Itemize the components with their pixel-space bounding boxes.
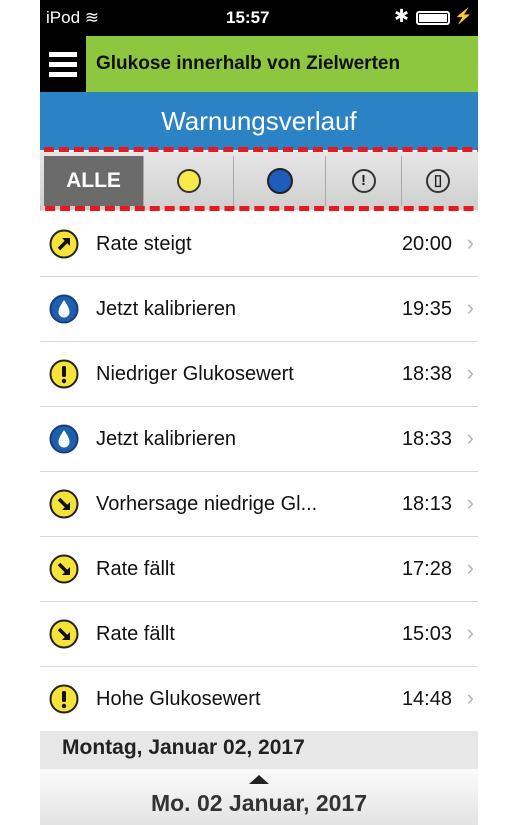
bluetooth-icon: ✱	[394, 6, 410, 26]
caret-up-icon[interactable]	[249, 775, 269, 784]
alert-time: 14:48	[401, 688, 452, 710]
alert-label: Niedriger Glukosewert	[96, 363, 294, 385]
page-title: Warnungsverlauf	[40, 92, 478, 150]
rate-down-icon	[49, 619, 79, 649]
alert-label: Jetzt kalibrieren	[96, 428, 237, 450]
alert-time: 19:35	[401, 298, 452, 320]
exclamation-yellow-icon	[49, 359, 79, 389]
calibrate-drop-icon	[49, 294, 79, 324]
phone-screen: iPod ≋ 15:57 ✱ ⚡ Glukose innerhalb von Z…	[40, 0, 478, 825]
alert-row[interactable]: Jetzt kalibrieren 18:33 ›	[40, 407, 478, 472]
chevron-right-icon: ›	[466, 555, 474, 580]
alert-row[interactable]: Vorhersage niedrige Gl... 18:13 ›	[40, 472, 478, 537]
chevron-right-icon: ›	[466, 620, 474, 645]
section-date-header: Montag, Januar 02, 2017	[40, 731, 478, 769]
alert-label: Rate fällt	[96, 623, 175, 645]
alert-time: 18:38	[401, 363, 452, 385]
alert-time: 18:33	[401, 428, 452, 450]
chevron-right-icon: ›	[466, 230, 474, 255]
status-time: 15:57	[226, 8, 270, 27]
charging-icon: ⚡	[454, 8, 473, 25]
highlight-annotation	[40, 147, 478, 211]
rate-down-icon	[49, 554, 79, 584]
date-picker-value: Mo. 02 Januar, 2017	[150, 790, 368, 816]
chevron-right-icon: ›	[466, 425, 474, 450]
alert-label: Rate fällt	[96, 558, 175, 580]
alert-row[interactable]: Niedriger Glukosewert 18:38 ›	[40, 342, 478, 407]
alert-label: Rate steigt	[96, 233, 192, 255]
status-bar: iPod ≋ 15:57 ✱ ⚡	[40, 0, 478, 36]
alert-time: 20:00	[401, 233, 452, 255]
glucose-status-bar: Glukose innerhalb von Zielwerten	[40, 36, 478, 92]
battery-icon	[416, 11, 450, 25]
chevron-right-icon: ›	[466, 295, 474, 320]
alert-row[interactable]: Jetzt kalibrieren 19:35 ›	[40, 277, 478, 342]
glucose-status-text: Glukose innerhalb von Zielwerten	[96, 53, 401, 74]
alert-time: 18:13	[401, 493, 452, 515]
alert-label: Hohe Glukosewert	[96, 688, 261, 710]
rate-down-icon	[49, 489, 79, 519]
wifi-icon: ≋	[84, 8, 100, 27]
device-name: iPod ≋	[46, 8, 100, 27]
alert-row[interactable]: Hohe Glukosewert 14:48 ›	[40, 667, 478, 732]
alert-list: Rate steigt 20:00 › Jetzt kalibrieren 19:35 ›…	[40, 212, 478, 732]
alert-row[interactable]: Rate steigt 20:00 ›	[40, 212, 478, 277]
hamburger-menu-icon[interactable]	[40, 36, 86, 92]
alert-label: Vorhersage niedrige Gl...	[96, 493, 318, 515]
alert-time: 15:03	[401, 623, 452, 645]
section-date-text: Montag, Januar 02, 2017	[62, 736, 305, 759]
rate-up-icon	[49, 229, 79, 259]
alert-row[interactable]: Rate fällt 17:28 ›	[40, 537, 478, 602]
alert-label: Jetzt kalibrieren	[96, 298, 237, 320]
chevron-right-icon: ›	[466, 360, 474, 385]
chevron-right-icon: ›	[466, 490, 474, 515]
alert-row[interactable]: Rate fällt 15:03 ›	[40, 602, 478, 667]
date-picker[interactable]: Mo. 02 Januar, 2017	[40, 769, 478, 825]
chevron-right-icon: ›	[466, 685, 474, 710]
exclamation-yellow-icon	[49, 684, 79, 714]
calibrate-drop-icon	[49, 424, 79, 454]
alert-time: 17:28	[401, 558, 452, 580]
